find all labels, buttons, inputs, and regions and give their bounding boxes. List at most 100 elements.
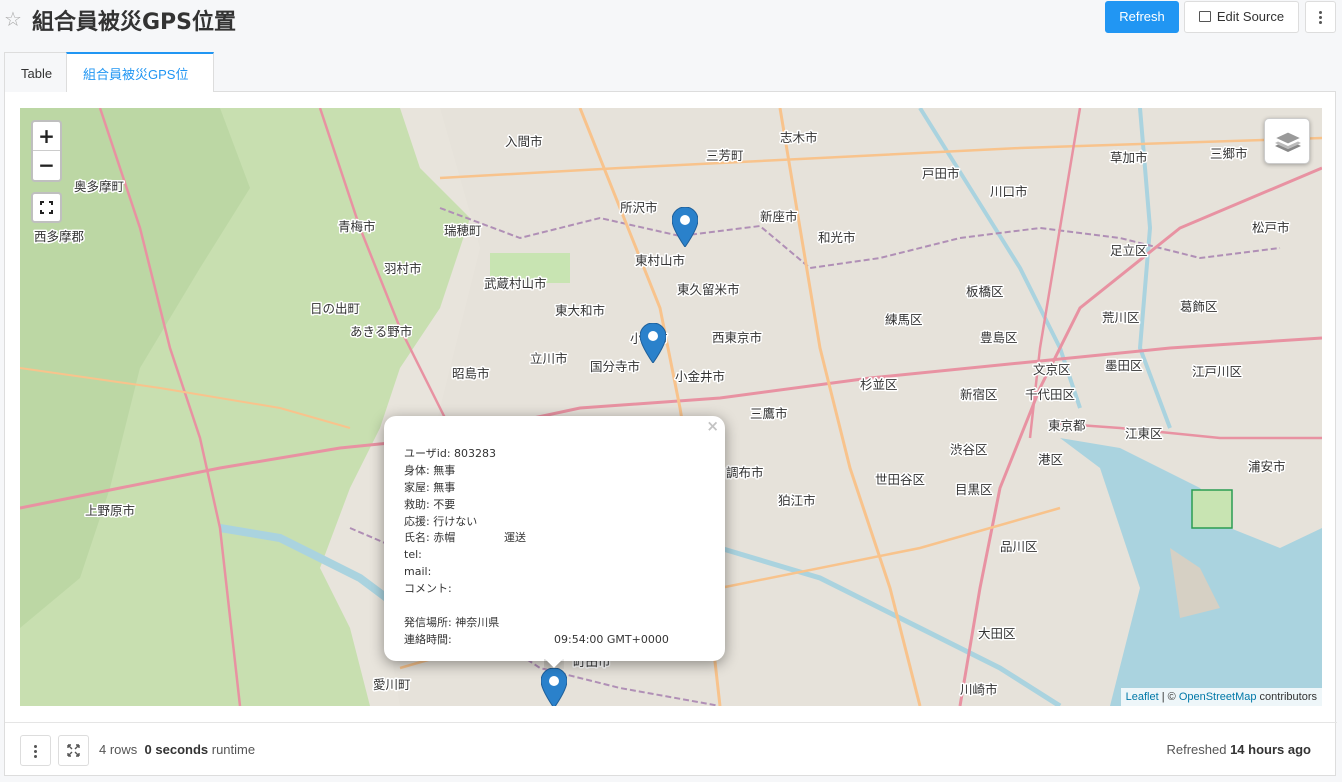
popup-line: 救助: 不要 (404, 497, 704, 514)
marker-popup: × ユーザid: 803283 身体: 無事 家屋: 無事 救助: 不要 応援: 行けな… (384, 416, 725, 661)
tab-map[interactable]: 組合員被災GPS位置 (66, 52, 214, 124)
popup-line-text: mail: (404, 565, 432, 579)
map-marker-1[interactable] (672, 207, 698, 247)
popup-line: 応援: 行けない (404, 514, 704, 531)
map-place-label: 川口市 (990, 184, 1028, 199)
popup-line: 氏名: 赤帽 運送 (404, 530, 704, 547)
openstreetmap-link[interactable]: OpenStreetMap (1179, 691, 1257, 703)
map-place-label: 三鷹市 (750, 406, 788, 421)
popup-line: 身体: 無事 (404, 463, 704, 480)
attribution-separator: | © (1158, 691, 1179, 703)
map-place-label: 羽村市 (384, 261, 422, 276)
fullscreen-button[interactable] (31, 192, 62, 223)
map-place-label: 足立区 (1110, 243, 1148, 258)
map-place-label: 東村山市 (635, 253, 685, 268)
map-place-label: 立川市 (530, 351, 568, 366)
popup-close-icon[interactable]: × (706, 418, 719, 435)
map-place-label: 新座市 (760, 209, 798, 224)
footer-menu-button[interactable] (20, 735, 51, 766)
vertical-dots-icon (1319, 16, 1322, 20)
page-header: ☆ 組合員被災GPS位置 Refresh Edit Source (0, 0, 1342, 40)
map-place-label: 三芳町 (706, 148, 744, 163)
zoom-control: + − (31, 120, 62, 182)
leaflet-link[interactable]: Leaflet (1126, 691, 1159, 703)
map-place-label: 江戸川区 (1192, 364, 1242, 379)
popup-line: tel: (404, 547, 704, 564)
map-place-label: 港区 (1038, 452, 1063, 467)
map-place-label: 狛江市 (778, 493, 816, 508)
zoom-out-button[interactable]: − (33, 151, 60, 180)
map-place-label: 千代田区 (1025, 387, 1075, 402)
tab-table[interactable]: Table (4, 52, 67, 93)
popup-content: ユーザid: 803283 身体: 無事 家屋: 無事 救助: 不要 応援: 行けない氏… (404, 446, 704, 649)
map-place-label: 愛川町 (373, 677, 411, 692)
map-place-label: 奥多摩町 (74, 179, 124, 194)
map-place-label: 松戸市 (1252, 220, 1290, 235)
map-place-label: 杉並区 (860, 377, 898, 392)
visualization-footer: 4 rows 0 seconds runtime Refreshed 14 ho… (5, 722, 1337, 776)
map-place-label: 三郷市 (1210, 146, 1248, 161)
map-place-label: 練馬区 (885, 312, 923, 327)
popup-line: 連絡時間: 09:54:00 GMT+0000 (404, 632, 704, 649)
popup-line: 家屋: 無事 (404, 480, 704, 497)
expand-button[interactable] (58, 735, 89, 766)
refreshed-label: Refreshed (1166, 742, 1231, 757)
map-place-label: 和光市 (818, 230, 856, 245)
more-options-button[interactable] (1305, 1, 1336, 33)
popup-line: 発信場所: 神奈川県 (404, 615, 704, 632)
popup-line-text: 身体: 無事 (404, 463, 456, 477)
map-place-label: 渋谷区 (950, 442, 988, 457)
map-place-label: 板橋区 (966, 284, 1004, 299)
map-place-label: 昭島市 (452, 366, 490, 381)
popup-line-text: 発信場所: 神奈川県 (404, 615, 500, 629)
zoom-in-button[interactable]: + (33, 122, 60, 151)
map-attribution: Leaflet | © OpenStreetMap contributors (1120, 688, 1322, 706)
map-place-label: 東久留米市 (677, 282, 740, 297)
page-title: 組合員被災GPS位置 (32, 10, 237, 35)
refreshed-status: Refreshed 14 hours ago (1166, 742, 1311, 757)
map-marker-2[interactable] (640, 323, 666, 363)
map-place-label: 東大和市 (555, 303, 605, 318)
popup-line-text: 家屋: 無事 (404, 480, 456, 494)
popup-line-value: 運送 (504, 531, 526, 545)
map-place-label: 豊島区 (980, 330, 1018, 345)
favorite-star-icon[interactable]: ☆ (4, 7, 22, 31)
popup-line-text: 連絡時間: (404, 632, 452, 646)
refresh-button[interactable]: Refresh (1105, 1, 1179, 33)
runtime-label: runtime (208, 742, 256, 757)
map-place-label: 小金井市 (675, 369, 725, 384)
popup-line: mail: (404, 564, 704, 581)
map-place-label: 入間市 (505, 134, 543, 149)
visualization-panel: 入間市 志木市 三芳町 戸田市 草加市 三郷市 奥多摩町 川口市 所沢市 新座市 青梅市 瑞穂町 和光市… (4, 92, 1337, 776)
popup-line-value: 09:54:00 GMT+0000 (554, 632, 669, 646)
layers-control-button[interactable] (1264, 118, 1310, 164)
map-place-label: 大田区 (978, 626, 1016, 641)
map-place-label: 西東京市 (712, 330, 762, 345)
map-place-label: 世田谷区 (875, 472, 925, 487)
popup-line-text: 氏名: 赤帽 (404, 531, 456, 545)
map-place-label: 草加市 (1110, 150, 1148, 165)
map-place-label: 調布市 (726, 465, 764, 480)
row-count: 4 rows (99, 742, 138, 757)
map-place-label: 川崎市 (960, 682, 998, 697)
map-place-label: 葛飾区 (1180, 299, 1218, 314)
map-place-label: 東京都 (1048, 418, 1086, 433)
map-place-label: 品川区 (1000, 539, 1038, 554)
map-place-label: 新宿区 (960, 387, 998, 402)
query-stats: 4 rows 0 seconds runtime (99, 742, 255, 757)
popup-line-text: コメント: (404, 582, 452, 596)
map-view[interactable]: 入間市 志木市 三芳町 戸田市 草加市 三郷市 奥多摩町 川口市 所沢市 新座市 青梅市 瑞穂町 和光市… (20, 108, 1322, 706)
refreshed-value: 14 hours ago (1230, 742, 1311, 757)
map-place-label: 志木市 (780, 130, 818, 145)
map-place-label: 瑞穂町 (444, 223, 482, 238)
map-place-label: 所沢市 (620, 200, 658, 215)
runtime-value: 0 seconds (144, 742, 209, 757)
fullscreen-icon (39, 200, 54, 215)
vertical-dots-icon (34, 750, 37, 753)
edit-icon (1198, 11, 1211, 22)
expand-icon (67, 744, 80, 757)
map-marker-3[interactable] (541, 668, 567, 706)
edit-source-button[interactable]: Edit Source (1184, 1, 1299, 33)
popup-tip (544, 659, 564, 669)
map-place-label: 江東区 (1125, 426, 1163, 441)
